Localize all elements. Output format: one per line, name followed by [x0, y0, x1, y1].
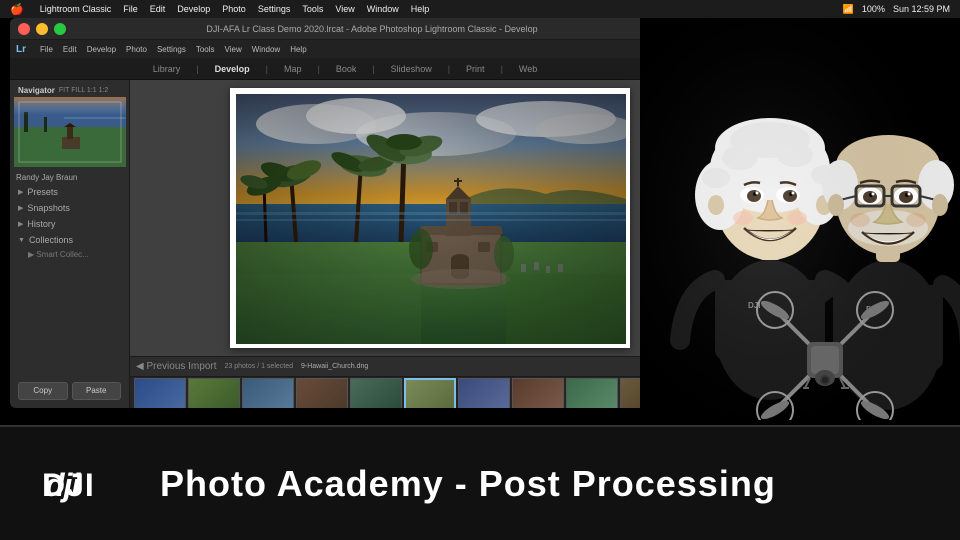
- lr-filmstrip-bar: ◀ Previous Import 23 photos / 1 selected…: [130, 357, 680, 377]
- filmstrip-thumb-8[interactable]: [512, 378, 564, 408]
- lr-user-label: Randy Jay Braun: [14, 171, 125, 184]
- module-sep-4: |: [372, 64, 374, 74]
- mac-menu-window[interactable]: Window: [367, 4, 399, 14]
- dji-logo: dji DJI: [40, 464, 130, 504]
- lr-menu-photo[interactable]: Photo: [126, 45, 147, 54]
- copy-button[interactable]: Copy: [18, 382, 68, 400]
- mac-menu-settings[interactable]: Settings: [258, 4, 291, 14]
- cartoon-people-area: DJI: [640, 0, 960, 420]
- filmstrip-thumb-5[interactable]: [350, 378, 402, 408]
- dji-logo-svg: dji DJI: [40, 464, 130, 504]
- mac-battery: 100%: [862, 4, 885, 15]
- lr-menu-tools[interactable]: Tools: [196, 45, 215, 54]
- mac-menu-view[interactable]: View: [335, 4, 354, 14]
- filmstrip-thumb-7[interactable]: [458, 378, 510, 408]
- presets-label: Presets: [27, 187, 58, 197]
- nav-thumbnail-image: [14, 97, 126, 167]
- tab-map[interactable]: Map: [284, 64, 302, 74]
- tab-develop[interactable]: Develop: [215, 64, 250, 74]
- module-sep-3: |: [317, 64, 319, 74]
- tab-print[interactable]: Print: [466, 64, 485, 74]
- close-window-button[interactable]: [18, 23, 30, 35]
- lr-menu-window[interactable]: Window: [252, 45, 280, 54]
- bottom-banner: dji DJI Photo Academy - Post Processing: [0, 425, 960, 540]
- mac-menu-file[interactable]: File: [123, 4, 138, 14]
- module-sep-2: |: [266, 64, 268, 74]
- lr-selected-file: 9-Hawaii_Church.dng: [301, 363, 368, 370]
- mac-status-right: 📶 100% Sun 12:59 PM: [843, 4, 950, 15]
- svg-text:DJI: DJI: [42, 467, 95, 503]
- apple-icon: 🍎: [10, 3, 24, 16]
- filmstrip-thumb-6-active[interactable]: [404, 378, 456, 408]
- top-section: DJI-AFA Lr Class Demo 2020.lrcat - Adobe…: [0, 0, 960, 420]
- mac-app-name[interactable]: Lightroom Classic: [40, 4, 112, 14]
- lr-titlebar: DJI-AFA Lr Class Demo 2020.lrcat - Adobe…: [10, 18, 680, 40]
- lr-center-panel: ◀ Previous Import 23 photos / 1 selected…: [130, 80, 680, 408]
- mac-menu-tools[interactable]: Tools: [302, 4, 323, 14]
- mac-clock: Sun 12:59 PM: [893, 4, 950, 15]
- lr-menu-view[interactable]: View: [225, 45, 242, 54]
- lr-filmstrip: ◀ Previous Import 23 photos / 1 selected…: [130, 356, 680, 408]
- lr-module-tabs: Library | Develop | Map | Book | Slidesh…: [10, 58, 680, 80]
- history-label: History: [27, 219, 55, 229]
- lr-panel-collections[interactable]: Collections: [14, 232, 125, 248]
- snapshots-label: Snapshots: [27, 203, 70, 213]
- mac-menu-develop[interactable]: Develop: [177, 4, 210, 14]
- filmstrip-thumb-3[interactable]: [242, 378, 294, 408]
- lr-filmstrip-thumbs: [130, 377, 680, 408]
- mac-menubar: 🍎 Lightroom Classic File Edit Develop Ph…: [0, 0, 960, 18]
- lr-main-body: Navigator FIT FILL 1:1 1:2: [10, 80, 680, 408]
- lr-smart-collections: ▶ Smart Collec...: [14, 248, 125, 261]
- nav-thumb-svg: [14, 97, 126, 167]
- lr-copy-paste-buttons: Copy Paste: [14, 378, 125, 404]
- collections-label: Collections: [29, 235, 73, 245]
- lr-main-image-area: [130, 80, 680, 356]
- module-sep-1: |: [196, 64, 198, 74]
- lr-navigator-label: Navigator FIT FILL 1:1 1:2: [14, 84, 125, 97]
- paste-button[interactable]: Paste: [72, 382, 122, 400]
- lr-app-menubar: Lr File Edit Develop Photo Settings Tool…: [10, 40, 680, 58]
- lr-menu-edit[interactable]: Edit: [63, 45, 77, 54]
- lr-menu-file[interactable]: File: [40, 45, 53, 54]
- prev-import-button[interactable]: ◀ Previous Import: [136, 361, 217, 372]
- filmstrip-thumb-2[interactable]: [188, 378, 240, 408]
- mac-menu-photo[interactable]: Photo: [222, 4, 246, 14]
- lr-panel-history[interactable]: History: [14, 216, 125, 232]
- lr-menu-settings[interactable]: Settings: [157, 45, 186, 54]
- lr-photo-frame: [230, 88, 630, 348]
- filmstrip-thumb-1[interactable]: [134, 378, 186, 408]
- banner-title: Photo Academy - Post Processing: [160, 463, 776, 505]
- tab-book[interactable]: Book: [336, 64, 357, 74]
- tab-web[interactable]: Web: [519, 64, 537, 74]
- filmstrip-thumb-4[interactable]: [296, 378, 348, 408]
- lr-main-photo: [236, 94, 626, 344]
- lr-app-window: DJI-AFA Lr Class Demo 2020.lrcat - Adobe…: [10, 18, 680, 408]
- window-title: DJI-AFA Lr Class Demo 2020.lrcat - Adobe…: [72, 24, 672, 34]
- mac-menu-help[interactable]: Help: [411, 4, 430, 14]
- filmstrip-thumb-9[interactable]: [566, 378, 618, 408]
- lr-logo: Lr: [16, 44, 26, 55]
- lr-photo-count: 23 photos / 1 selected: [225, 363, 294, 370]
- maximize-window-button[interactable]: [54, 23, 66, 35]
- cartoon-svg: DJI: [640, 0, 960, 420]
- lr-left-panel: Navigator FIT FILL 1:1 1:2: [10, 80, 130, 408]
- module-sep-6: |: [501, 64, 503, 74]
- minimize-window-button[interactable]: [36, 23, 48, 35]
- mac-menu-edit[interactable]: Edit: [150, 4, 166, 14]
- tab-slideshow[interactable]: Slideshow: [391, 64, 432, 74]
- lr-panel-snapshots[interactable]: Snapshots: [14, 200, 125, 216]
- lr-panel-presets[interactable]: Presets: [14, 184, 125, 200]
- module-sep-5: |: [448, 64, 450, 74]
- main-photo-svg: [236, 94, 626, 344]
- lr-menu-develop[interactable]: Develop: [87, 45, 116, 54]
- mac-wifi-icon: 📶: [843, 4, 854, 15]
- tab-library[interactable]: Library: [153, 64, 181, 74]
- lr-menu-help[interactable]: Help: [290, 45, 306, 54]
- lr-navigator-preview: [14, 97, 126, 167]
